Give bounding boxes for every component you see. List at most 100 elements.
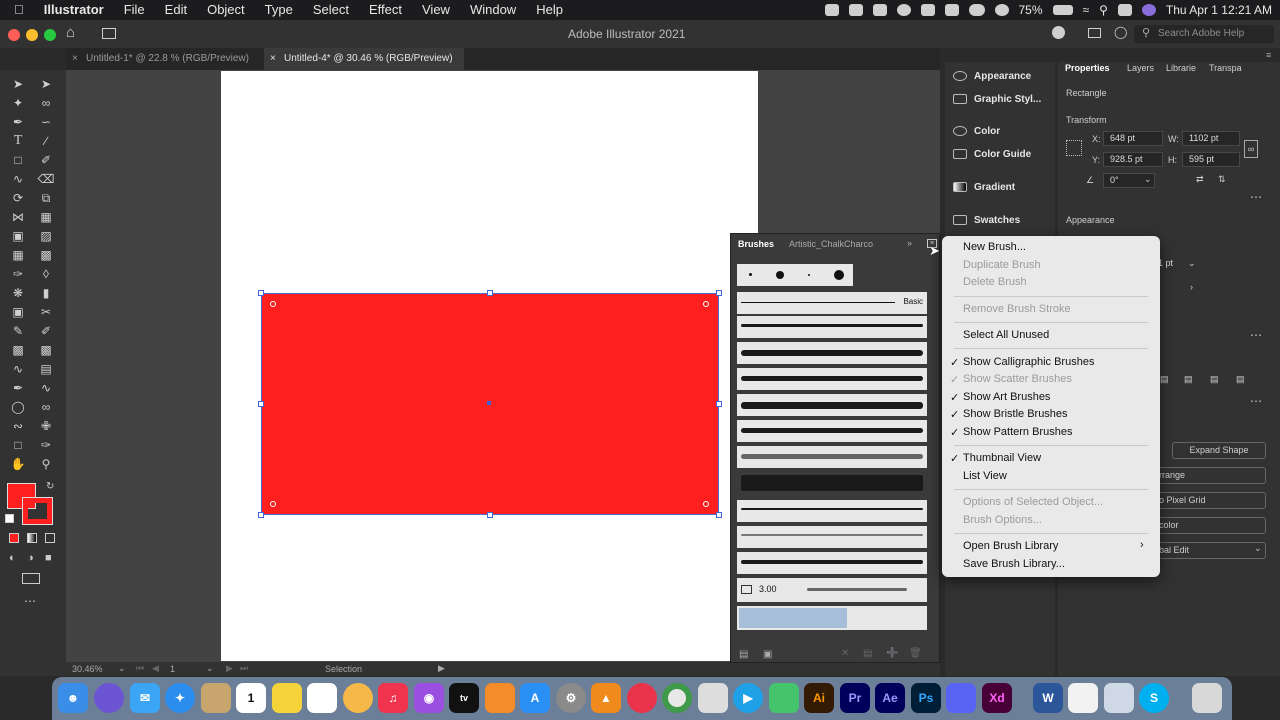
brush-charcoal[interactable]: [737, 394, 927, 416]
brush-pencil[interactable]: [737, 552, 927, 574]
swap-colors-icon[interactable]: ↻: [46, 481, 54, 492]
eyedropper-alt-tool-icon[interactable]: ✑: [37, 437, 55, 453]
graph-tool-icon[interactable]: ▮: [37, 285, 55, 301]
discover-icon[interactable]: ◯: [1114, 25, 1127, 39]
contacts-icon[interactable]: [201, 683, 231, 713]
status-icon[interactable]: [944, 4, 959, 16]
xd-icon[interactable]: Xd: [982, 683, 1012, 713]
ellipse-tool-icon[interactable]: ◯: [9, 399, 27, 415]
menu-app[interactable]: Illustrator: [34, 0, 114, 20]
first-page-icon[interactable]: ⏮: [136, 663, 144, 674]
chevron-down-icon[interactable]: ⌄: [1254, 543, 1262, 554]
brush-pattern[interactable]: [737, 606, 927, 630]
menu-effect[interactable]: Effect: [359, 0, 412, 20]
photoshop-icon[interactable]: Ps: [911, 683, 941, 713]
zoom-window-button[interactable]: [44, 29, 56, 41]
last-page-icon[interactable]: ⏭: [240, 663, 248, 674]
tab-untitled-1[interactable]: × Untitled-1* @ 22.8 % (RGB/Preview): [66, 48, 262, 70]
y-field[interactable]: 928.5 pt: [1103, 152, 1163, 167]
calendar-icon[interactable]: 1: [236, 683, 266, 713]
mail-icon[interactable]: ✉: [130, 683, 160, 713]
knife-tool-icon[interactable]: ∿: [9, 361, 27, 377]
brush-dot-tiny[interactable]: [808, 274, 810, 276]
options-icon[interactable]: ▤: [863, 648, 872, 659]
more-options-icon[interactable]: ⋯: [1250, 394, 1262, 408]
books-icon[interactable]: [485, 683, 515, 713]
tab-artistic-chalkcharcoal[interactable]: Artistic_ChalkCharco: [789, 239, 873, 249]
system-preferences-icon[interactable]: ⚙: [556, 683, 586, 713]
mesh-tool-icon[interactable]: ▦: [9, 247, 27, 263]
eyedropper-tool-icon[interactable]: ✑: [9, 266, 27, 282]
direct-selection-tool-icon[interactable]: ➤: [37, 76, 55, 92]
pixel-grid-checkbox[interactable]: o Pixel Grid: [1158, 492, 1266, 509]
remove-stroke-icon[interactable]: ✕: [841, 648, 849, 659]
shaper-tool-icon[interactable]: ∿: [9, 171, 27, 187]
selection-tool-icon[interactable]: ➤: [9, 76, 27, 92]
menu-edit[interactable]: Edit: [155, 0, 197, 20]
brush-pencil[interactable]: [737, 526, 927, 548]
magic-wand-tool-icon[interactable]: ✦: [9, 95, 27, 111]
trash-icon[interactable]: [1192, 683, 1222, 713]
symbol-sprayer-tool-icon[interactable]: ❋: [9, 285, 27, 301]
menu-item-select-all-unused[interactable]: Select All Unused: [963, 329, 1049, 341]
page-number[interactable]: 1: [170, 664, 175, 674]
menu-item-show-art[interactable]: ✓ Show Art Brushes: [950, 391, 1050, 404]
status-icon[interactable]: [896, 4, 911, 16]
reminders-icon[interactable]: [307, 683, 337, 713]
menu-select[interactable]: Select: [303, 0, 359, 20]
default-colors-icon[interactable]: [5, 514, 14, 523]
measure-tool-icon[interactable]: ✙: [37, 418, 55, 434]
curvature-tool-icon[interactable]: ∽: [37, 114, 55, 130]
selection-handle[interactable]: [258, 401, 264, 407]
status-icon[interactable]: [824, 4, 839, 16]
free-transform-tool-icon[interactable]: ▦: [37, 209, 55, 225]
flip-horizontal-icon[interactable]: ⇄: [1196, 174, 1204, 185]
music-icon[interactable]: ♫: [378, 683, 408, 713]
prev-page-icon[interactable]: ◀: [152, 663, 159, 674]
selection-handle[interactable]: [716, 401, 722, 407]
rectangle-tool-icon[interactable]: □: [9, 152, 27, 168]
bristle-brush-tool-icon[interactable]: ✒: [9, 380, 27, 396]
corner-widget[interactable]: [703, 301, 709, 307]
artboard-resize-tool-icon[interactable]: □: [9, 437, 27, 453]
menu-item-show-pattern[interactable]: ✓ Show Pattern Brushes: [950, 426, 1072, 439]
draw-inside-icon[interactable]: ■: [45, 552, 52, 564]
app-icon[interactable]: [769, 683, 799, 713]
pencil-tool-icon[interactable]: ✎: [9, 323, 27, 339]
screen-mode-icon[interactable]: [22, 573, 40, 584]
constrain-proportions-icon[interactable]: ∞: [1244, 140, 1258, 158]
menu-item-show-bristle[interactable]: ✓ Show Bristle Brushes: [950, 408, 1068, 421]
trash-icon[interactable]: 🗑: [909, 648, 922, 659]
menu-help[interactable]: Help: [526, 0, 573, 20]
corner-widget[interactable]: [270, 501, 276, 507]
puppet-warp-tool-icon[interactable]: ▩: [37, 342, 55, 358]
brush-chalk[interactable]: [737, 316, 927, 338]
align-bottom-icon[interactable]: ▤: [1236, 374, 1245, 385]
home-icon[interactable]: ⌂: [66, 24, 75, 41]
menu-view[interactable]: View: [412, 0, 460, 20]
recolor-button[interactable]: color: [1158, 517, 1266, 534]
h-field[interactable]: 595 pt: [1182, 152, 1240, 167]
status-icon[interactable]: [848, 4, 863, 16]
paintbrush-tool-icon[interactable]: ✐: [37, 152, 55, 168]
tab-untitled-4[interactable]: × Untitled-4* @ 30.46 % (RGB/Preview): [264, 48, 464, 70]
corner-widget[interactable]: [703, 501, 709, 507]
gradient-mode-icon[interactable]: [27, 533, 37, 543]
panel-appearance[interactable]: Appearance: [953, 71, 1031, 82]
draw-mode-icon[interactable]: ◐: [9, 552, 16, 564]
notes-icon[interactable]: [272, 683, 302, 713]
draw-behind-icon[interactable]: ◑: [27, 552, 34, 564]
panel-collapse-icon[interactable]: »: [907, 238, 912, 248]
slice-tool-icon[interactable]: ✂: [37, 304, 55, 320]
control-center-icon[interactable]: [1117, 4, 1132, 16]
play-icon[interactable]: ▶: [438, 663, 445, 674]
premiere-icon[interactable]: Pr: [840, 683, 870, 713]
tab-libraries[interactable]: Librarie: [1166, 63, 1196, 73]
blend-tool-icon[interactable]: ◊: [37, 266, 55, 282]
menu-item-open-brush-library[interactable]: Open Brush Library: [963, 540, 1058, 552]
app-icon[interactable]: [698, 683, 728, 713]
menu-object[interactable]: Object: [197, 0, 255, 20]
align-middle-icon[interactable]: ▤: [1210, 374, 1219, 385]
illustrator-icon[interactable]: Ai: [804, 683, 834, 713]
chevron-down-icon[interactable]: ⌄: [206, 663, 214, 674]
